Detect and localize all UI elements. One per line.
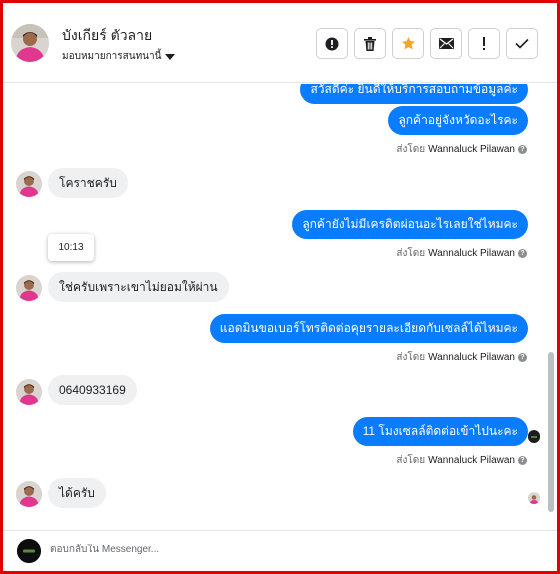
- mark-done-button[interactable]: [506, 28, 538, 59]
- contact-name: บังเกียร์ ตัวลาย: [62, 27, 153, 43]
- envelope-icon: [438, 38, 454, 49]
- timestamp-tooltip: 10:13: [48, 234, 94, 261]
- incoming-message[interactable]: ได้ครับ: [48, 478, 106, 508]
- assign-label: มอบหมายการสนทนานี้: [62, 51, 162, 62]
- reply-composer: [3, 530, 557, 571]
- contact-avatar-small: [16, 379, 42, 405]
- exclamation-icon: [483, 36, 485, 50]
- message-thread[interactable]: สวัสดีค่ะ ยินดีให้บริการสอบถามข้อมูลค่ะ …: [3, 84, 557, 524]
- sent-by-label: ส่งโดย Wannaluck Pilawan ?: [396, 350, 527, 365]
- outgoing-message[interactable]: ลูกค้าอยู่จังหวัดอะไรคะ: [388, 106, 528, 135]
- contact-avatar-small: [16, 275, 42, 301]
- outgoing-message[interactable]: แอดมินขอเบอร์โทรติดต่อคุยรายละเอียดกับเซ…: [209, 314, 528, 343]
- incoming-message[interactable]: โคราชครับ: [48, 168, 128, 198]
- sent-by-prefix: ส่งโดย: [396, 248, 426, 259]
- check-icon: [515, 38, 529, 49]
- alert-circle-icon: [325, 37, 339, 50]
- sent-by-prefix: ส่งโดย: [396, 144, 426, 155]
- help-icon[interactable]: ?: [518, 456, 527, 465]
- help-icon[interactable]: ?: [518, 249, 527, 258]
- assign-conversation-dropdown[interactable]: มอบหมายการสนทนานี้: [62, 49, 176, 64]
- help-icon[interactable]: ?: [518, 353, 527, 362]
- sent-by-prefix: ส่งโดย: [396, 455, 426, 466]
- incoming-message[interactable]: ใช่ครับเพราะเขาไม่ยอมให้ผ่าน: [48, 272, 229, 302]
- read-receipt-icon: [528, 430, 540, 443]
- follow-up-button[interactable]: [468, 28, 500, 59]
- action-toolbar: [316, 28, 538, 59]
- help-icon[interactable]: ?: [518, 145, 527, 154]
- outgoing-message[interactable]: สวัสดีค่ะ ยินดีให้บริการสอบถามข้อมูลค่ะ: [300, 84, 528, 104]
- thread-scrollbar[interactable]: [548, 84, 554, 524]
- mark-unread-button[interactable]: [430, 28, 462, 59]
- contact-avatar[interactable]: [11, 24, 49, 62]
- seen-by-avatar: [528, 492, 540, 504]
- contact-avatar-small: [16, 481, 42, 507]
- reply-input[interactable]: [50, 544, 530, 555]
- star-icon: [401, 36, 415, 50]
- outgoing-message[interactable]: 11 โมงเซลล์ติดต่อเข้าไปนะคะ: [352, 417, 528, 446]
- sender-name: Wannaluck Pilawan: [428, 352, 515, 363]
- sent-by-label: ส่งโดย Wannaluck Pilawan ?: [396, 142, 527, 157]
- conversation-window: บังเกียร์ ตัวลาย มอบหมายการสนทนานี้ สวัส…: [3, 3, 557, 571]
- sender-name: Wannaluck Pilawan: [428, 248, 515, 259]
- trash-icon: [364, 36, 376, 51]
- sender-name: Wannaluck Pilawan: [428, 455, 515, 466]
- mark-spam-button[interactable]: [316, 28, 348, 59]
- star-button[interactable]: [392, 28, 424, 59]
- contact-avatar-small: [16, 171, 42, 197]
- delete-button[interactable]: [354, 28, 386, 59]
- conversation-header: บังเกียร์ ตัวลาย มอบหมายการสนทนานี้: [3, 3, 557, 83]
- scrollbar-thumb[interactable]: [548, 352, 554, 512]
- outgoing-message[interactable]: ลูกค้ายังไม่มีเครดิตผ่อนอะไรเลยใช่ไหมคะ: [292, 210, 528, 239]
- incoming-message[interactable]: 0640933169: [48, 375, 137, 405]
- sent-by-label: ส่งโดย Wannaluck Pilawan ?: [396, 453, 527, 468]
- caret-down-icon: [165, 54, 176, 60]
- sent-by-prefix: ส่งโดย: [396, 352, 426, 363]
- page-avatar: [17, 539, 41, 563]
- sent-by-label: ส่งโดย Wannaluck Pilawan ?: [396, 246, 527, 261]
- sender-name: Wannaluck Pilawan: [428, 144, 515, 155]
